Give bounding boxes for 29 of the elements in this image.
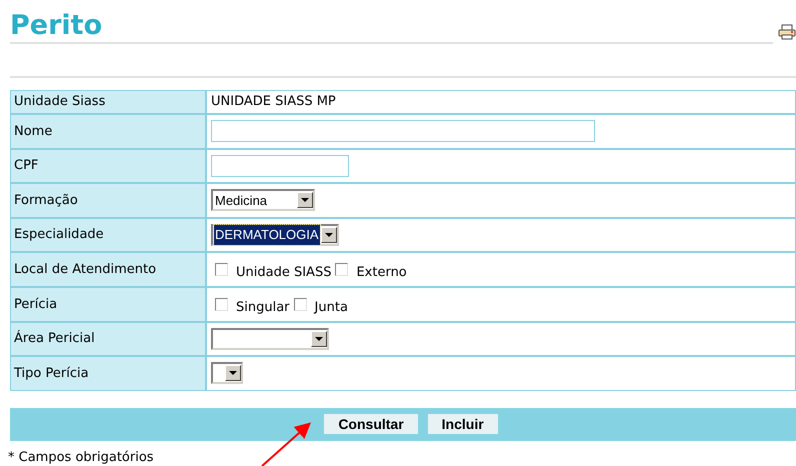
checkbox-label: Singular <box>236 298 290 317</box>
form-button[interactable]: Consultar <box>324 414 418 434</box>
checkbox-label: Externo <box>356 264 407 282</box>
dropdown[interactable]: Medicina <box>211 189 315 212</box>
field-label: Especialidade <box>14 226 104 244</box>
field-label: Perícia <box>14 296 58 314</box>
checkbox-label: Junta <box>314 298 348 317</box>
form-button[interactable]: Incluir <box>428 414 498 434</box>
field-label: CPF <box>14 157 38 176</box>
dropdown[interactable]: DERMATOLOGIA <box>211 224 339 246</box>
field-label: Unidade Siass <box>14 93 106 112</box>
printer-icon[interactable] <box>778 24 796 40</box>
field-value: UNIDADE SIASS MP <box>211 93 336 112</box>
checkbox-label: Unidade SIASS <box>236 264 332 282</box>
page-title: Perito <box>10 10 102 42</box>
field-label: Área Pericial <box>14 329 95 348</box>
checkbox[interactable] <box>294 298 307 311</box>
checkbox[interactable] <box>215 263 228 276</box>
field-label: Local de Atendimento <box>14 260 156 279</box>
arrow <box>261 422 311 466</box>
field-label: Tipo Perícia <box>14 364 89 383</box>
dropdown[interactable] <box>211 362 243 384</box>
field-label: Nome <box>14 122 52 141</box>
checkbox[interactable] <box>215 298 228 311</box>
checkbox[interactable] <box>335 263 348 276</box>
required-fields-note: * Campos obrigatórios <box>8 448 155 466</box>
field-label: Formação <box>14 192 78 210</box>
input-field[interactable] <box>211 154 349 177</box>
input-field[interactable] <box>211 120 595 142</box>
